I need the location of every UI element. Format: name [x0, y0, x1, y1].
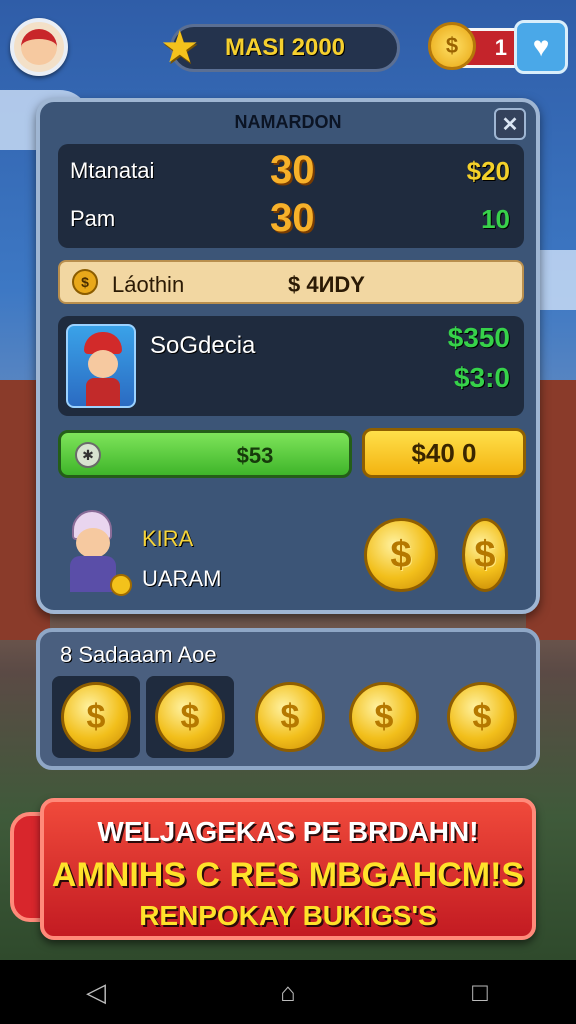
home-icon[interactable]: ⌂ — [268, 972, 308, 1012]
coin-icon: $ — [349, 682, 419, 752]
collect-button-label: $53 — [236, 443, 274, 468]
character-head — [88, 350, 118, 378]
avatar-face — [21, 29, 57, 65]
coin-slot[interactable]: $ — [340, 676, 428, 758]
loot-label: Láothin — [112, 272, 185, 297]
npc-portrait — [58, 506, 138, 598]
buy-button[interactable]: $40 0 — [362, 428, 526, 478]
character-value: $350 — [447, 322, 510, 353]
coin-icon[interactable]: $ — [364, 518, 438, 592]
npc-body — [70, 556, 116, 592]
coin-icon: $ — [72, 269, 98, 295]
coin-icon[interactable]: $ — [462, 518, 508, 592]
loot-bar: $ Láothin $ 4ИDY — [58, 260, 524, 304]
coin-icon: $ — [255, 682, 325, 752]
character-card[interactable]: SoGdecia $350 $3:0 — [58, 316, 524, 416]
coin-icon — [110, 574, 132, 596]
score-text: MASI 2000 — [224, 34, 346, 61]
banner-line-3: RENPOKAY BUKIGS'S — [139, 900, 437, 931]
stat-money: $20 — [466, 156, 510, 186]
stat-money: 10 — [481, 204, 510, 234]
system-nav-bar: ◁ ⌂ □ — [0, 960, 576, 1024]
promo-banner[interactable]: WELJAGEKAS PE BRDAHN! AMNIHS C RES MBGAH… — [40, 798, 536, 940]
character-portrait — [66, 324, 136, 408]
score-display: MASI 2000 — [170, 24, 400, 72]
top-bar: MASI 2000 ★ 1 $ ♥ — [0, 0, 576, 96]
coin-slot[interactable]: $ — [438, 676, 526, 758]
coin-icon: $ — [61, 682, 131, 752]
shield-button[interactable]: ♥ — [514, 20, 568, 74]
coin-slot[interactable]: $ — [146, 676, 234, 758]
shield-icon: ♥ — [532, 31, 550, 62]
npc-subtitle: UARAM — [142, 566, 222, 591]
loot-value: $ 4ИDY — [288, 272, 365, 297]
npc-name: KIRA — [142, 526, 194, 551]
reward-panel: NAMARDON ✕ Mtanatai 30 $20 Pam 30 10 $ L… — [36, 98, 540, 614]
coin-icon: $ — [428, 22, 476, 70]
coin-icon: $ — [447, 682, 517, 752]
coin-slots-panel: 8 Sadaaam Aoe $ $ $ $ $ — [36, 628, 540, 770]
stat-value: 30 — [270, 196, 315, 240]
stat-name: Mtanatai — [70, 158, 155, 183]
banner-line-1: WELJAGEKAS PE BRDAHN! — [97, 816, 479, 847]
back-icon[interactable]: ◁ — [76, 972, 116, 1012]
stat-row: Pam 30 10 — [58, 194, 524, 244]
buy-button-label: $40 0 — [411, 437, 477, 468]
character-name: SoGdecia — [150, 332, 256, 359]
coin-slot[interactable]: $ — [52, 676, 140, 758]
character-value: $3:0 — [453, 362, 510, 393]
close-button[interactable]: ✕ — [494, 108, 526, 140]
coin-count: 1 — [494, 35, 507, 60]
recent-apps-icon[interactable]: □ — [460, 972, 500, 1012]
stat-value: 30 — [270, 148, 315, 192]
banner-line-2: AMNIHS C RES MBGAHCM!S — [51, 856, 525, 894]
slots-title: 8 Sadaaam Aoe — [60, 642, 217, 667]
coin-icon: $ — [155, 682, 225, 752]
star-icon: ★ — [160, 23, 200, 72]
character-body — [86, 378, 120, 406]
stats-box: Mtanatai 30 $20 Pam 30 10 — [58, 144, 524, 248]
collect-button[interactable]: ✱ $53 — [58, 430, 352, 478]
npc-head — [76, 528, 110, 558]
stat-row: Mtanatai 30 $20 — [58, 146, 524, 196]
player-avatar[interactable] — [10, 18, 68, 76]
coin-slot[interactable]: $ — [246, 676, 334, 758]
stat-name: Pam — [70, 206, 116, 231]
panel-title: NAMARDON — [234, 112, 342, 132]
